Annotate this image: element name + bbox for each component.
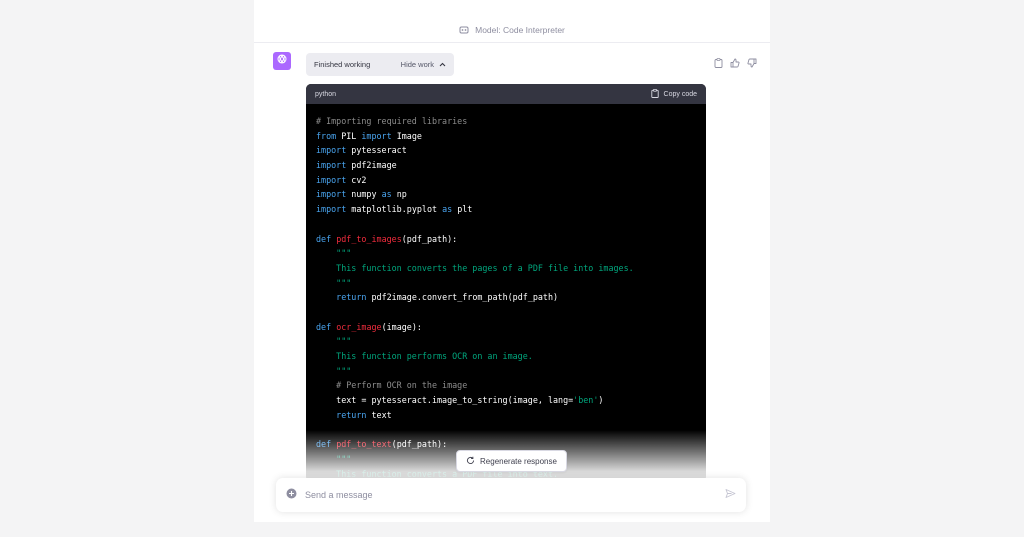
code-token: """	[316, 277, 352, 288]
work-status-bar: Finished working Hide work	[306, 53, 454, 76]
code-token: pdf2image	[346, 160, 397, 171]
code-line: def pdf_to_images(pdf_path):	[316, 232, 696, 247]
chevron-up-icon	[439, 60, 446, 69]
chat-window: Model: Code Interpreter Finished working…	[254, 0, 770, 522]
code-token: (pdf_path):	[401, 233, 458, 244]
code-token: pdf2image.convert_from_path(pdf_path)	[366, 292, 559, 303]
code-token: PIL	[336, 130, 362, 141]
work-status: Finished working	[314, 60, 371, 69]
code-line: text = pytesseract.image_to_string(image…	[316, 393, 696, 408]
hide-work-label: Hide work	[400, 60, 434, 69]
code-line: """	[316, 276, 696, 291]
code-token: cv2	[346, 174, 367, 185]
code-line: # Importing required libraries	[316, 114, 696, 129]
code-line: import cv2	[316, 173, 696, 188]
code-language: python	[315, 90, 337, 98]
code-token: """	[316, 365, 352, 376]
regenerate-response-button[interactable]: Regenerate response	[456, 450, 567, 472]
code-token: pdf_to_text	[336, 439, 392, 450]
code-token: import	[316, 145, 347, 156]
code-token: """	[316, 453, 352, 464]
code-token: """	[316, 248, 352, 259]
code-line: return text	[316, 408, 696, 423]
code-token: import	[316, 160, 347, 171]
code-token: return	[336, 409, 367, 420]
code-line: import pytesseract	[316, 143, 696, 158]
code-token: from	[316, 130, 337, 141]
code-token: import	[316, 189, 347, 200]
code-block: python Copy code # Importing required li…	[306, 84, 706, 482]
code-token: as	[442, 204, 453, 215]
thumbs-up-icon[interactable]	[730, 55, 740, 73]
code-token: This function performs OCR on an image.	[316, 351, 533, 361]
code-line: import numpy as np	[316, 187, 696, 202]
code-token: # Importing required libraries	[316, 116, 468, 126]
regenerate-label: Regenerate response	[480, 456, 557, 466]
code-line: from PIL import Image	[316, 129, 696, 144]
code-line: return pdf2image.convert_from_path(pdf_p…	[316, 290, 696, 305]
code-token: """	[316, 336, 352, 347]
code-token: ocr_image	[336, 321, 382, 332]
copy-code-label: Copy code	[663, 90, 697, 98]
code-header: python Copy code	[306, 84, 706, 104]
thumbs-down-icon[interactable]	[747, 55, 757, 73]
code-token: (image):	[381, 321, 422, 332]
send-button[interactable]	[725, 486, 736, 504]
code-token: # Perform OCR on the image	[316, 380, 468, 391]
code-token: text = pytesseract.image_to_string(image…	[316, 395, 574, 406]
message-actions	[714, 55, 757, 73]
code-token: text	[366, 409, 392, 420]
code-token: (pdf_path):	[391, 439, 448, 450]
code-token: def	[316, 233, 332, 244]
code-token: Image	[391, 130, 422, 141]
code-token: plt	[452, 204, 473, 215]
openai-logo-icon	[276, 52, 288, 70]
code-line: import matplotlib.pyplot as plt	[316, 202, 696, 217]
code-token: matplotlib.pyplot	[346, 204, 443, 215]
model-bar: Model: Code Interpreter	[254, 17, 770, 43]
hide-work-button[interactable]: Hide work	[401, 60, 446, 69]
code-token: as	[381, 189, 392, 200]
code-line: This function performs OCR on an image.	[316, 349, 696, 364]
code-token: pdf_to_images	[336, 233, 402, 244]
code-line: import pdf2image	[316, 158, 696, 173]
clipboard-icon[interactable]	[714, 55, 723, 73]
code-token: import	[316, 204, 347, 215]
code-token: )	[598, 395, 604, 406]
page: Model: Code Interpreter Finished working…	[0, 0, 1024, 537]
code-token: np	[391, 189, 407, 200]
code-token: numpy	[346, 189, 382, 200]
code-line: # Perform OCR on the image	[316, 378, 696, 393]
plus-circle-icon[interactable]	[286, 486, 297, 504]
paper-plane-icon	[725, 486, 736, 503]
code-line: """	[316, 334, 696, 349]
code-line: """	[316, 364, 696, 379]
code-line: This function converts the pages of a PD…	[316, 261, 696, 276]
sparkle-icon	[459, 25, 469, 35]
clipboard-icon	[650, 88, 659, 100]
code-content: # Importing required libraries from PIL i…	[306, 104, 706, 481]
refresh-icon	[466, 456, 475, 467]
code-line: """	[316, 246, 696, 261]
copy-code-button[interactable]: Copy code	[650, 88, 697, 100]
model-label: Model: Code Interpreter	[475, 24, 565, 35]
code-token: This function converts the pages of a PD…	[316, 262, 634, 273]
assistant-avatar	[273, 52, 291, 70]
code-token: 'ben'	[573, 395, 599, 406]
code-line: def ocr_image(image):	[316, 320, 696, 335]
code-token: pytesseract	[346, 145, 407, 156]
code-token: return	[336, 292, 367, 303]
code-token: def	[316, 439, 332, 450]
message-input[interactable]	[305, 490, 725, 500]
message-composer	[276, 478, 746, 512]
code-token: def	[316, 321, 332, 332]
code-token: import	[316, 174, 347, 185]
code-token: import	[361, 130, 392, 141]
